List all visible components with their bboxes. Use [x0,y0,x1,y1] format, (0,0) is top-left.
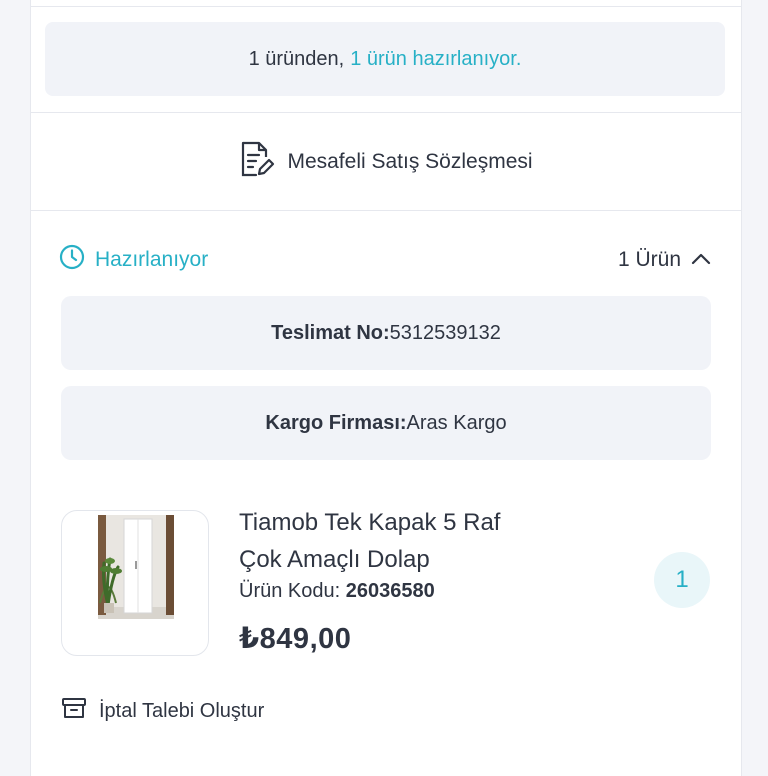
shipment-status: Hazırlanıyor [59,244,208,276]
product-price: ₺849,00 [239,623,352,655]
contract-label: Mesafeli Satış Sözleşmesi [287,150,533,173]
product-code: Ürün Kodu: 26036580 [239,580,639,603]
distance-sales-contract-link[interactable]: Mesafeli Satış Sözleşmesi [31,114,741,210]
clock-icon [59,244,95,276]
cancel-request-label: İptal Talebi Oluştur [99,699,265,722]
shipment-header: Hazırlanıyor 1 Ürün [59,242,711,278]
order-status-prefix: 1 üründen, [248,47,345,70]
product-image[interactable] [61,510,209,656]
box-icon [61,696,99,726]
order-status-highlight: 1 ürün hazırlanıyor. [350,47,522,70]
delivery-number-label: Teslimat No: [271,321,390,344]
divider [31,112,741,113]
carrier-label: Kargo Firması: [265,411,407,434]
item-count: 1 Ürün [617,248,681,271]
product-code-value: 26036580 [345,580,435,602]
shipment-status-label: Hazırlanıyor [95,248,209,271]
carrier-box: Kargo Firması: Aras Kargo [61,386,711,460]
order-status-banner: 1 üründen, 1 ürün hazırlanıyor. [45,22,725,96]
cancel-request-button[interactable]: İptal Talebi Oluştur [61,696,264,726]
delivery-number-box: Teslimat No: 5312539132 [61,296,711,370]
product-name-line-1: Tiamob Tek Kapak 5 Raf [239,509,501,536]
delivery-number-value: 5312539132 [389,321,501,344]
product-code-label: Ürün Kodu: [239,580,341,602]
product-info: Tiamob Tek Kapak 5 Raf Çok Amaçlı Dolap … [239,504,639,656]
product-name-line-2: Çok Amaçlı Dolap [239,546,430,573]
shipment-toggle[interactable]: 1 Ürün [618,248,711,272]
document-edit-icon [239,140,287,184]
order-detail-card: 1 üründen, 1 ürün hazırlanıyor. Mesafeli… [30,0,742,776]
divider [31,210,741,211]
chevron-up-icon [681,248,711,272]
quantity-badge: 1 [654,552,710,608]
carrier-value: Aras Kargo [406,411,507,434]
divider [31,6,741,7]
product-name[interactable]: Tiamob Tek Kapak 5 Raf Çok Amaçlı Dolap [239,504,639,578]
